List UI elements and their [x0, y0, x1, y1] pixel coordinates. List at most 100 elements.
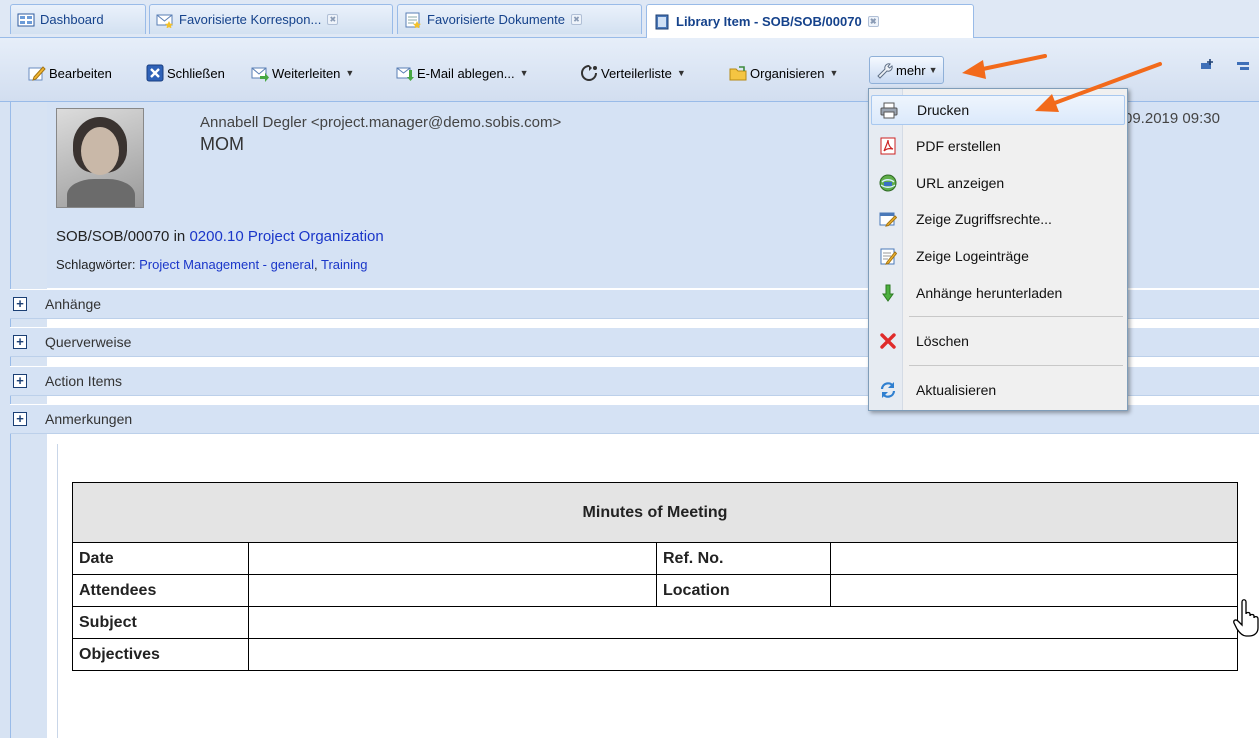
menu-item-label: Anhänge herunterladen — [916, 285, 1063, 301]
dashboard-icon — [17, 12, 35, 28]
close-tab-icon[interactable]: ✖ — [571, 14, 582, 25]
menu-item-refresh[interactable]: Aktualisieren — [871, 375, 1125, 405]
section-title: Action Items — [45, 373, 123, 389]
refno-label: Ref. No. — [656, 542, 831, 575]
more-button[interactable]: mehr ▼ — [869, 56, 944, 84]
delete-icon — [879, 332, 897, 350]
close-icon — [146, 64, 164, 82]
organize-label: Organisieren — [750, 65, 825, 81]
more-label: mehr — [896, 62, 926, 78]
menu-separator — [909, 365, 1123, 366]
forward-button[interactable]: Weiterleiten ▼ — [251, 62, 354, 84]
email-file-label: E-Mail ablegen... — [417, 65, 515, 81]
menu-item-delete[interactable]: Löschen — [871, 326, 1125, 356]
refno-value — [830, 542, 1238, 575]
objectives-value — [248, 638, 1238, 671]
folder-link[interactable]: 0200.10 Project Organization — [189, 228, 383, 245]
hand-cursor-icon — [1233, 599, 1259, 637]
close-tab-icon[interactable]: ✖ — [867, 16, 879, 27]
close-label: Schließen — [167, 65, 225, 81]
email-file-button[interactable]: E-Mail ablegen... ▼ — [396, 62, 528, 84]
section-title: Querverweise — [45, 334, 132, 350]
chevron-down-icon: ▼ — [829, 68, 839, 78]
close-tab-icon[interactable]: ✖ — [327, 14, 339, 25]
menu-item-create-pdf[interactable]: PDF erstellen — [871, 131, 1125, 161]
expand-icon[interactable]: + — [13, 412, 27, 426]
section-title: Anhänge — [45, 296, 102, 312]
expand-icon[interactable]: + — [13, 374, 27, 388]
collapse-icon[interactable] — [1235, 58, 1251, 72]
subject-value — [248, 606, 1238, 639]
tab-favorite-correspondence[interactable]: Favorisierte Korrespon... ✖ — [149, 4, 393, 34]
email-file-icon — [396, 64, 414, 82]
menu-item-download-attachments[interactable]: Anhänge herunterladen — [871, 278, 1125, 308]
tags-line: Schlagwörter: Project Management - gener… — [56, 257, 367, 272]
log-icon — [879, 247, 898, 265]
edit-label: Bearbeiten — [49, 65, 112, 81]
location-label: Location — [656, 574, 831, 607]
permissions-icon — [879, 210, 898, 228]
objectives-label: Objectives — [72, 638, 249, 671]
date-label: Date — [72, 542, 249, 575]
subject-title: MOM — [200, 134, 244, 154]
tag-separator: , — [313, 257, 318, 272]
more-menu: Drucken PDF erstellen URL anzeigen Zeige… — [868, 88, 1128, 411]
pdf-icon — [879, 137, 897, 155]
library-item-icon — [653, 14, 671, 30]
subject-label: Subject — [72, 606, 249, 639]
distribution-list-button[interactable]: Verteilerliste ▼ — [580, 62, 686, 84]
organize-button[interactable]: Organisieren ▼ — [729, 62, 838, 84]
edit-icon — [28, 64, 46, 82]
tab-label: Library Item - SOB/SOB/00070 — [676, 14, 862, 29]
chevron-down-icon: ▼ — [519, 68, 529, 78]
tag-link[interactable]: Training — [321, 257, 367, 272]
refresh-icon — [879, 381, 897, 399]
tab-label: Favorisierte Dokumente — [427, 12, 565, 27]
minutes-table: Minutes of Meeting Date Ref. No. Attende… — [72, 482, 1238, 671]
tab-label: Favorisierte Korrespon... — [179, 12, 322, 27]
menu-item-label: Zeige Zugriffsrechte... — [916, 211, 1052, 227]
expand-icon[interactable]: + — [13, 297, 27, 311]
folder-icon — [729, 64, 747, 82]
distribution-label: Verteilerliste — [601, 65, 672, 81]
download-icon — [879, 284, 897, 302]
tab-library-item[interactable]: Library Item - SOB/SOB/00070 ✖ — [646, 4, 974, 38]
menu-item-label: Zeige Logeinträge — [916, 248, 1029, 264]
menu-item-print[interactable]: Drucken — [871, 95, 1125, 125]
expand-icon[interactable]: + — [13, 335, 27, 349]
menu-item-show-url[interactable]: URL anzeigen — [871, 168, 1125, 198]
menu-item-show-permissions[interactable]: Zeige Zugriffsrechte... — [871, 204, 1125, 234]
avatar — [56, 108, 144, 208]
printer-icon — [880, 101, 898, 119]
close-button[interactable]: Schließen — [146, 62, 225, 84]
tab-favorite-documents[interactable]: Favorisierte Dokumente ✖ — [397, 4, 642, 34]
menu-item-label: Löschen — [916, 333, 969, 349]
section-title: Anmerkungen — [45, 411, 133, 427]
reference-line: SOB/SOB/00070 in 0200.10 Project Organiz… — [56, 228, 384, 245]
menu-item-label: URL anzeigen — [916, 175, 1005, 191]
favorite-document-icon — [404, 12, 422, 29]
tag-link[interactable]: Project Management - general — [139, 257, 314, 272]
distribution-icon — [580, 64, 598, 82]
sender: Annabell Degler <project.manager@demo.so… — [200, 114, 562, 131]
menu-item-label: Drucken — [917, 102, 970, 118]
location-value — [830, 574, 1238, 607]
minutes-title: Minutes of Meeting — [72, 482, 1238, 543]
favorite-mail-icon — [156, 12, 174, 29]
forward-mail-icon — [251, 64, 269, 82]
tab-bar: Dashboard Favorisierte Korrespon... ✖ Fa… — [0, 0, 1259, 38]
tab-dashboard[interactable]: Dashboard — [10, 4, 146, 34]
forward-label: Weiterleiten — [272, 65, 341, 81]
chevron-down-icon: ▼ — [676, 68, 686, 78]
menu-item-label: PDF erstellen — [916, 138, 1001, 154]
date-value — [248, 542, 657, 575]
chevron-down-icon: ▼ — [928, 65, 938, 75]
attendees-value — [248, 574, 657, 607]
item-date: 09.2019 09:30 — [1124, 110, 1220, 127]
edit-button[interactable]: Bearbeiten — [28, 62, 112, 84]
chevron-down-icon: ▼ — [345, 68, 355, 78]
add-icon[interactable] — [1199, 58, 1215, 72]
menu-item-show-log[interactable]: Zeige Logeinträge — [871, 241, 1125, 271]
globe-icon — [879, 174, 897, 192]
wrench-icon — [875, 61, 893, 79]
